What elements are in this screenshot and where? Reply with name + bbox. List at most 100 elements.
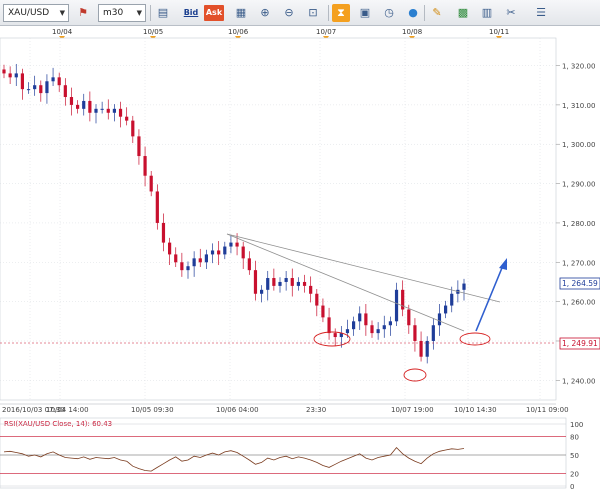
- menu-icon[interactable]: ☰: [532, 4, 550, 22]
- date-marker-label: 10/08: [402, 28, 422, 36]
- candle-body: [2, 69, 6, 74]
- price-tick-label: 1, 240.00: [562, 377, 595, 385]
- candle-body: [272, 278, 276, 286]
- candle-body: [358, 313, 362, 322]
- candle-body: [125, 116, 129, 121]
- rsi-scale-label: 100: [570, 421, 583, 429]
- candle-body: [413, 325, 417, 341]
- candle-body: [180, 262, 184, 271]
- candle-body: [450, 293, 454, 306]
- candle-body: [14, 73, 18, 78]
- candle-body: [444, 305, 448, 314]
- candle-body: [155, 191, 159, 223]
- level-price-value: 1, 249.91: [562, 339, 598, 348]
- candle-body: [69, 97, 74, 105]
- rsi-panel[interactable]: [0, 417, 567, 489]
- main-plot-area[interactable]: [0, 37, 557, 401]
- rsi-scale-label: 50: [570, 452, 579, 460]
- date-marker-label: 10/07: [316, 28, 336, 36]
- candle-body: [198, 258, 202, 263]
- candle-body: [345, 329, 350, 334]
- toolbar-divider: [424, 5, 425, 21]
- candle-body: [33, 85, 37, 90]
- candle-body: [229, 242, 233, 247]
- indicators-icon[interactable]: ▦: [232, 4, 250, 22]
- image-icon[interactable]: ▩: [454, 4, 472, 22]
- candle-body: [425, 340, 429, 357]
- candle-body: [8, 73, 12, 78]
- candle-body: [431, 325, 435, 341]
- candle-body: [370, 325, 374, 334]
- pencil-icon[interactable]: ✎: [428, 4, 446, 22]
- candle-body: [302, 281, 307, 286]
- hourglass-icon[interactable]: ⧗: [332, 4, 350, 22]
- zoom-icon[interactable]: ⊡: [304, 4, 322, 22]
- price-tick-label: 1, 290.00: [562, 181, 595, 189]
- timeframe-value: m30: [103, 8, 124, 18]
- price-tick-label: 1, 320.00: [562, 63, 595, 71]
- chevron-down-icon: ▼: [59, 9, 65, 17]
- candle-body: [149, 175, 153, 192]
- symbol-select[interactable]: XAU/USD ▼: [3, 4, 69, 22]
- save-icon[interactable]: ▥: [478, 4, 496, 22]
- chart-type-icon[interactable]: ▤: [154, 4, 172, 22]
- globe-icon[interactable]: ●: [404, 4, 422, 22]
- candle-body: [241, 246, 245, 259]
- date-marker-label: 10/05: [143, 28, 163, 36]
- candle-body: [137, 136, 141, 157]
- template-icon[interactable]: ▣: [356, 4, 374, 22]
- candle-body: [290, 278, 294, 286]
- date-marker-label: 10/11: [489, 28, 509, 36]
- time-tick-label: 10/10 14:30: [454, 406, 497, 414]
- timeframe-select[interactable]: m30 ▼: [98, 4, 146, 22]
- candle-body: [174, 254, 178, 263]
- candle-body: [394, 289, 399, 322]
- candle-body: [192, 258, 196, 267]
- candle-body: [76, 104, 80, 109]
- candle-body: [161, 222, 166, 243]
- time-tick-label: 10/11 09:00: [526, 406, 569, 414]
- rsi-scale-label: 80: [570, 433, 579, 441]
- flag-icon[interactable]: ⚑: [74, 4, 92, 22]
- candle-body: [407, 309, 411, 326]
- candle-body: [284, 278, 288, 282]
- chevron-down-icon: ▼: [136, 9, 142, 17]
- candle-body: [309, 285, 313, 294]
- time-tick-label: 10/07 19:00: [391, 406, 434, 414]
- candle-body: [131, 120, 135, 137]
- time-tick-label: 10/06 04:00: [216, 406, 259, 414]
- rsi-scale-label: 20: [570, 471, 579, 479]
- candle-body: [315, 293, 319, 306]
- bid-button[interactable]: Bid: [181, 5, 201, 21]
- ask-button[interactable]: Ask: [204, 5, 224, 21]
- zoom-out-icon[interactable]: ⊖: [280, 4, 298, 22]
- candle-body: [210, 250, 215, 255]
- candle-body: [88, 100, 92, 113]
- candle-body: [296, 281, 300, 286]
- price-tick-label: 1, 260.00: [562, 299, 595, 307]
- time-tick-label: 23:30: [306, 406, 326, 414]
- zoom-in-icon[interactable]: ⊕: [256, 4, 274, 22]
- candle-body: [388, 321, 392, 326]
- candle-body: [106, 108, 110, 113]
- clock-icon[interactable]: ◷: [380, 4, 398, 22]
- candle-body: [118, 108, 123, 117]
- candle-body: [376, 329, 380, 334]
- candle-body: [327, 317, 331, 334]
- price-tick-label: 1, 270.00: [562, 259, 595, 267]
- candle-body: [352, 321, 356, 330]
- candle-body: [63, 85, 67, 98]
- candle-body: [82, 100, 86, 109]
- toolbar-divider: [328, 5, 329, 21]
- toolbar-divider: [150, 5, 151, 21]
- price-chart[interactable]: 10/04 10/05 10/06 10/07 10/08 10/11 1, 320.00…: [0, 26, 600, 491]
- candle-body: [235, 242, 239, 247]
- candle-body: [143, 156, 147, 176]
- candle-body: [247, 258, 251, 271]
- candle-body: [39, 85, 43, 94]
- candle-body: [51, 77, 55, 82]
- candle-body: [204, 254, 208, 263]
- candle-body: [217, 250, 221, 255]
- candle-body: [186, 266, 190, 271]
- tools-icon[interactable]: ✂: [502, 4, 520, 22]
